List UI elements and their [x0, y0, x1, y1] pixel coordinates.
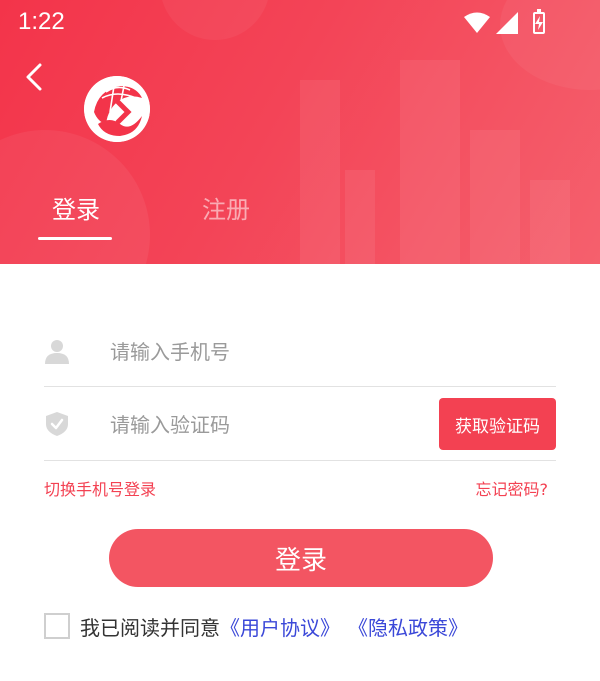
shield-icon [46, 412, 68, 436]
status-time: 1:22 [18, 8, 65, 35]
decorative-building [470, 130, 520, 264]
globe-logo-icon [84, 76, 150, 142]
switch-login-link[interactable]: 切换手机号登录 [44, 476, 156, 500]
header-banner: 1:22 登录 注册 [0, 0, 600, 264]
user-agreement-link[interactable]: 《用户协议》 [220, 612, 340, 641]
get-code-button[interactable]: 获取验证码 [439, 398, 556, 450]
agreement-row: 我已阅读并同意 《用户协议》 《隐私政策》 [44, 610, 468, 642]
app-logo [84, 76, 150, 142]
decorative-circle [160, 0, 270, 40]
chevron-left-icon[interactable] [20, 62, 50, 92]
user-icon [45, 340, 69, 364]
divider [44, 460, 556, 461]
agreement-text: 我已阅读并同意 [80, 615, 220, 640]
decorative-building [345, 170, 375, 264]
wifi-icon [464, 12, 490, 33]
tab-register[interactable]: 注册 [202, 190, 250, 225]
verification-code-input[interactable] [110, 411, 420, 439]
active-tab-indicator [38, 237, 112, 240]
privacy-policy-link[interactable]: 《隐私政策》 [348, 612, 468, 641]
forgot-password-link[interactable]: 忘记密码? [476, 476, 549, 500]
decorative-building [530, 180, 570, 264]
decorative-building [400, 60, 460, 264]
decorative-building [300, 80, 340, 264]
battery-charging-icon [533, 9, 545, 34]
tab-login[interactable]: 登录 [52, 190, 100, 225]
divider [44, 386, 556, 387]
login-button[interactable]: 登录 [109, 529, 493, 587]
agreement-checkbox[interactable] [44, 613, 70, 639]
signal-icon [496, 12, 518, 34]
phone-input[interactable] [110, 338, 410, 366]
